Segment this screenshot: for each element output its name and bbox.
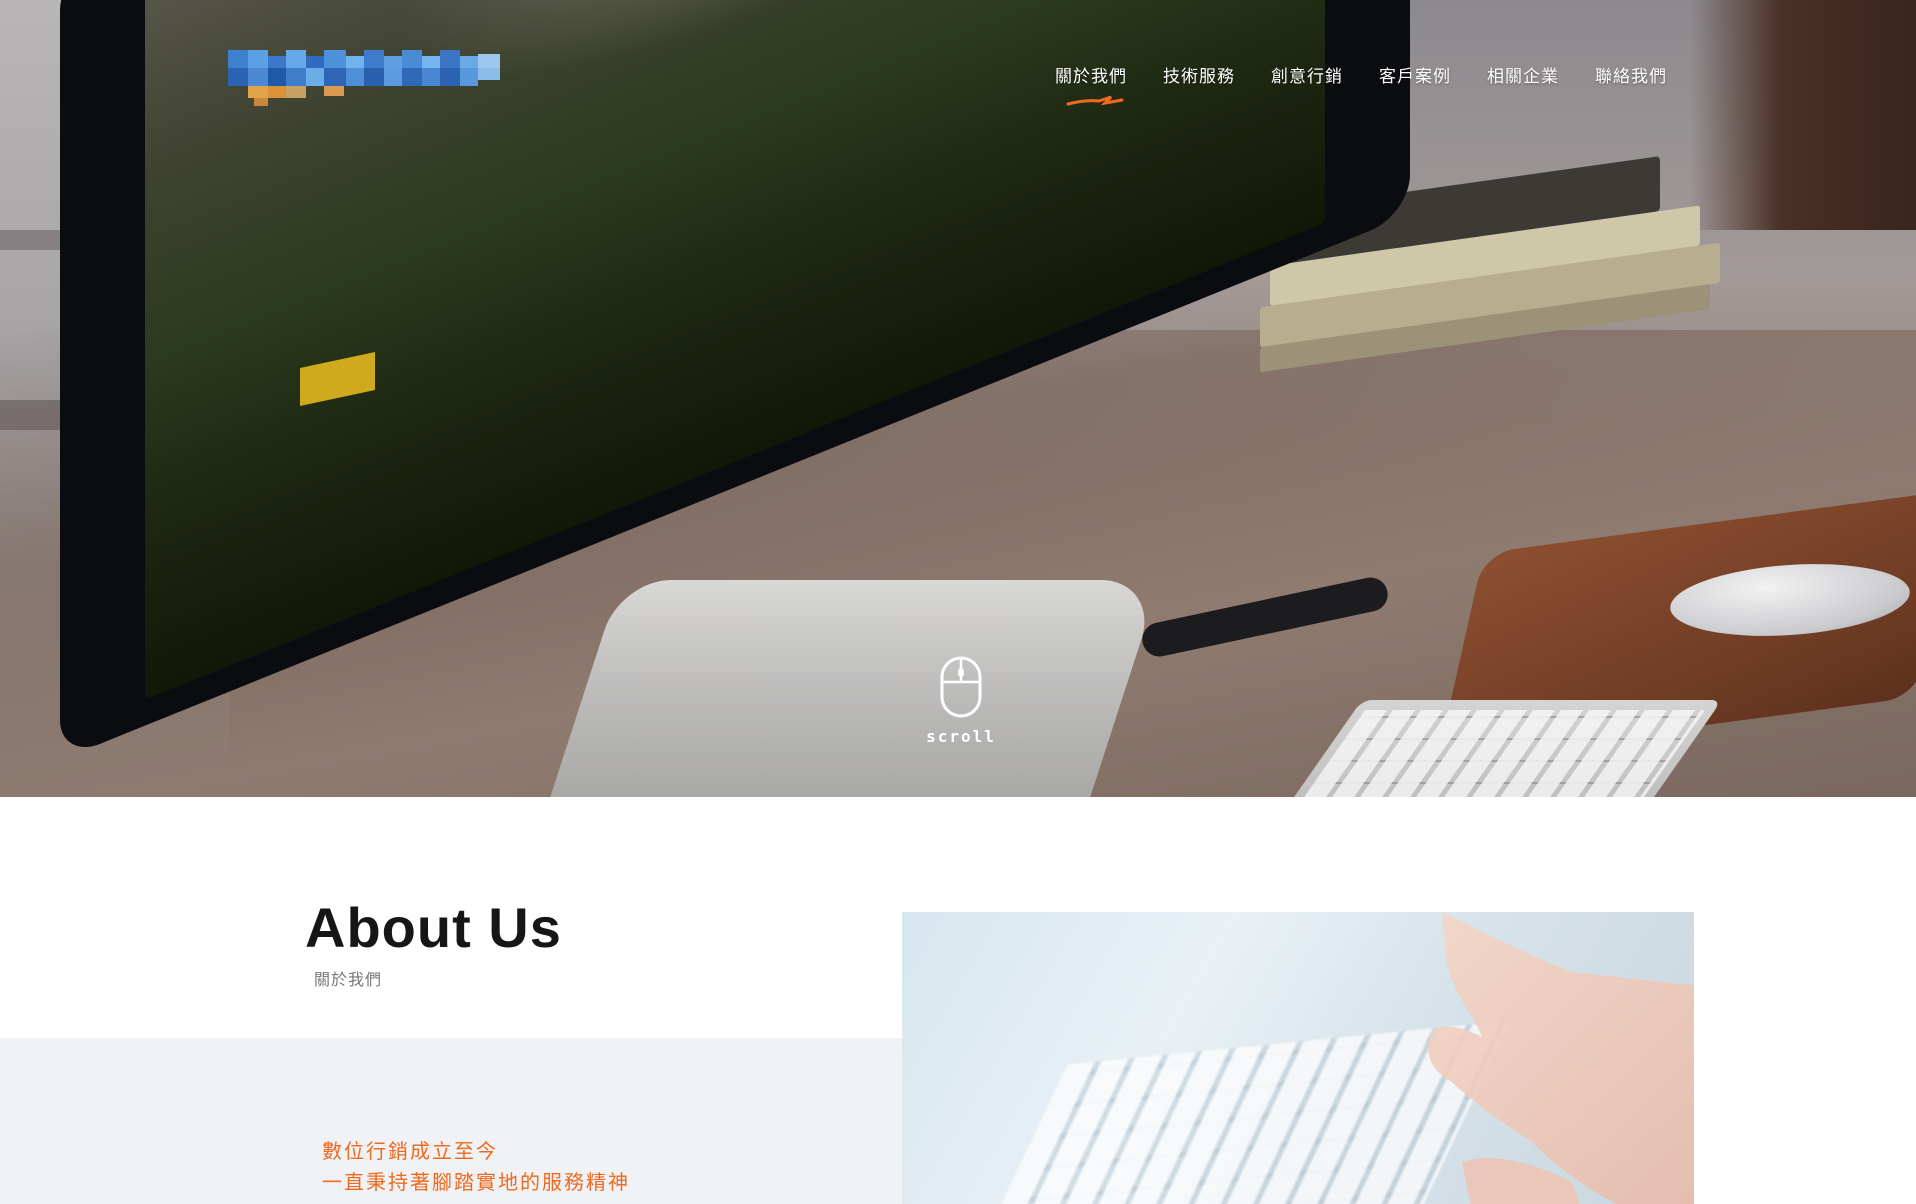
scroll-mouse-icon bbox=[940, 656, 982, 718]
site-logo[interactable] bbox=[228, 48, 528, 108]
about-lead-line: 數位行銷成立至今 bbox=[322, 1139, 498, 1163]
about-subtitle: 關於我們 bbox=[314, 970, 383, 989]
nav-item-cases[interactable]: 客戶案例 bbox=[1379, 62, 1487, 87]
logo-mosaic-icon bbox=[228, 50, 500, 106]
main-nav: 關於我們 技術服務 創意行銷 客戶案例 相關企業 聯絡我們 bbox=[1055, 62, 1703, 106]
nav-item-label: 關於我們 bbox=[1055, 67, 1127, 87]
about-lead-line: 一直秉持著腳踏實地的服務精神 bbox=[322, 1170, 630, 1194]
nav-item-label: 相關企業 bbox=[1487, 67, 1559, 87]
nav-active-underline-icon bbox=[1066, 95, 1124, 106]
nav-item-services[interactable]: 技術服務 bbox=[1163, 62, 1271, 87]
about-title: About Us bbox=[305, 896, 562, 959]
nav-item-about[interactable]: 關於我們 bbox=[1055, 62, 1163, 106]
nav-item-label: 聯絡我們 bbox=[1595, 67, 1667, 87]
nav-item-affiliates[interactable]: 相關企業 bbox=[1487, 62, 1595, 87]
nav-item-label: 技術服務 bbox=[1163, 67, 1235, 87]
about-lead-text: 數位行銷成立至今 一直秉持著腳踏實地的服務精神 bbox=[322, 1136, 630, 1198]
about-photo-typing bbox=[902, 912, 1694, 1204]
nav-item-label: 客戶案例 bbox=[1379, 67, 1451, 87]
photo-hand bbox=[1428, 912, 1694, 1204]
nav-item-marketing[interactable]: 創意行銷 bbox=[1271, 62, 1379, 87]
scroll-label: scroll bbox=[926, 727, 996, 746]
nav-item-contact[interactable]: 聯絡我們 bbox=[1595, 62, 1703, 87]
hero-background-wall bbox=[1690, 0, 1916, 230]
nav-item-label: 創意行銷 bbox=[1271, 67, 1343, 87]
hero-banner: 關於我們 技術服務 創意行銷 客戶案例 相關企業 聯絡我們 scroll bbox=[0, 0, 1916, 797]
scroll-indicator[interactable]: scroll bbox=[918, 655, 1004, 760]
hero-monitor-stand bbox=[549, 580, 1161, 797]
